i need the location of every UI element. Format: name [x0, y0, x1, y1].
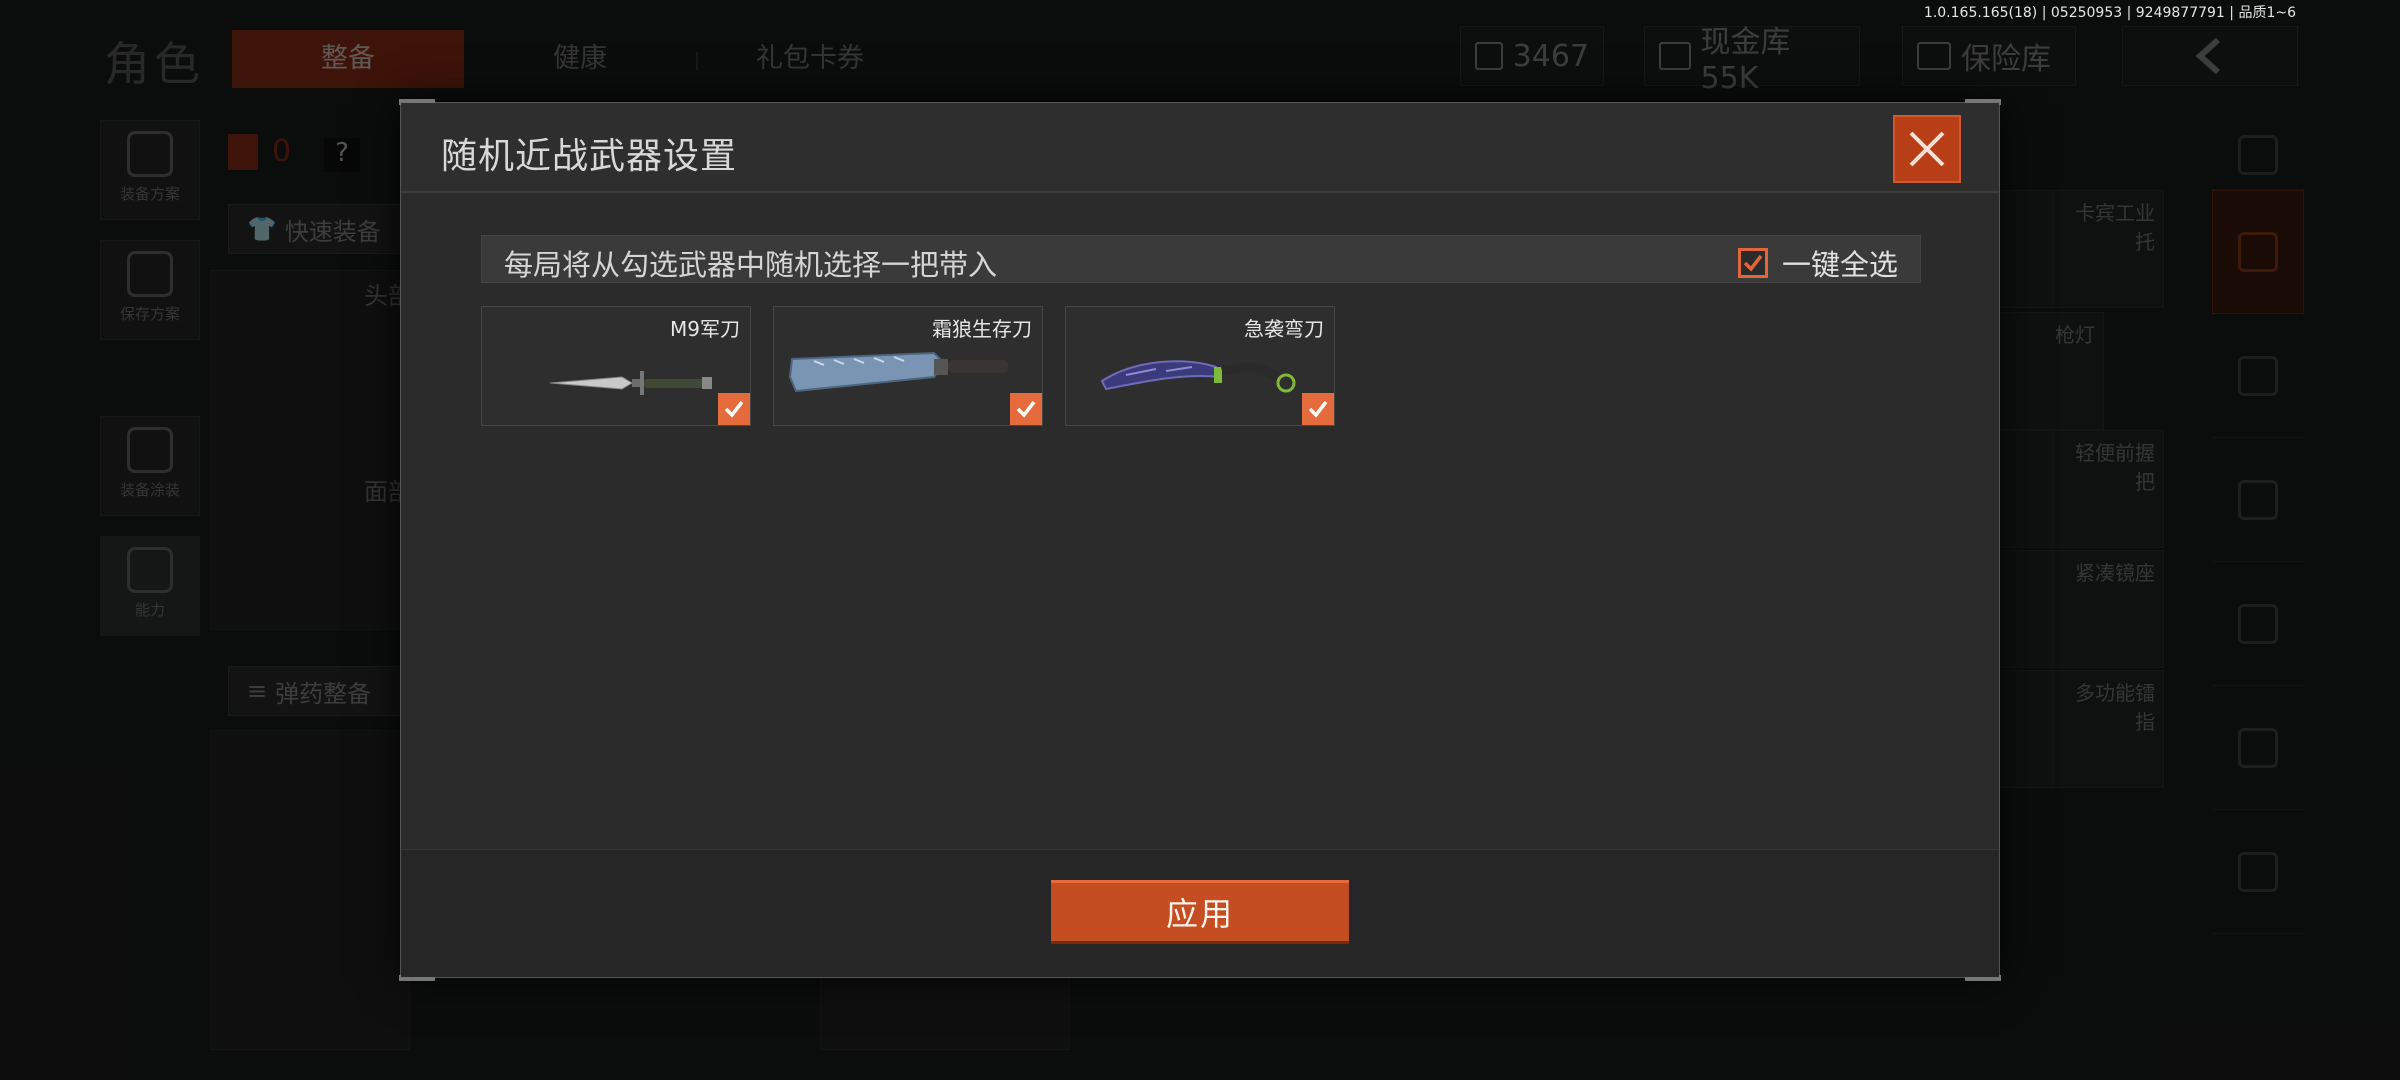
- select-all-label: 一键全选: [1781, 248, 1898, 282]
- weapon-checkbox[interactable]: [1302, 393, 1334, 425]
- check-icon: [1743, 254, 1763, 272]
- safe-vault-button[interactable]: 保险库: [1902, 26, 2076, 86]
- vest-icon: [127, 131, 173, 177]
- info-bar: 每局将从勾选武器中随机选择一把带入 一键全选: [481, 235, 1921, 283]
- currency-display: 3467: [1460, 26, 1604, 86]
- sidebar-item-abilities[interactable]: 能力: [100, 536, 200, 636]
- weapon-card-survival-knife[interactable]: 霜狼生存刀: [773, 306, 1043, 426]
- sidebar-item-skins[interactable]: 装备涂装: [100, 416, 200, 516]
- dialog-title: 随机近战武器设置: [441, 136, 738, 177]
- check-icon: [1016, 400, 1036, 418]
- info-text: 每局将从勾选武器中随机选择一把带入: [504, 248, 998, 282]
- part-slot[interactable]: 紧凑镜座: [2052, 550, 2164, 668]
- category-magazine-icon[interactable]: [2212, 562, 2304, 686]
- helmet-icon: [127, 427, 173, 473]
- quick-equip-label: 快速装备: [284, 217, 381, 246]
- apply-button[interactable]: 应用: [1051, 880, 1349, 944]
- checkbox-icon: [1659, 42, 1691, 70]
- part-slot[interactable]: 卡宾工业托: [2052, 190, 2164, 308]
- lightning-icon: [127, 547, 173, 593]
- check-icon: [1308, 400, 1328, 418]
- check-icon: [724, 400, 744, 418]
- tab-health[interactable]: 健康: [500, 30, 660, 88]
- help-button[interactable]: ?: [324, 138, 360, 172]
- currency-icon: [1475, 42, 1503, 70]
- ammo-icon: ≡: [247, 677, 268, 705]
- version-text: 1.0.165.165(18) | 05250953 | 9249877791 …: [1923, 5, 2296, 21]
- weapon-card-m9[interactable]: M9军刀: [481, 306, 751, 426]
- shirt-icon: 👕: [247, 215, 277, 243]
- currency-value: 3467: [1512, 38, 1589, 74]
- cash-vault-label: 现金库 55K: [1700, 24, 1791, 96]
- category-scope-icon[interactable]: [2212, 314, 2304, 438]
- back-button[interactable]: [2122, 26, 2298, 86]
- ammo-equip-button[interactable]: ≡ 弹药整备: [228, 666, 424, 716]
- safe-vault-label: 保险库: [1961, 42, 2051, 77]
- role-title: 角色: [104, 37, 204, 91]
- m9-bayonet-icon: [549, 371, 712, 395]
- part-slot[interactable]: 枪灯: [1994, 312, 2104, 430]
- category-stack-icon[interactable]: [2212, 190, 2304, 314]
- random-melee-dialog: 随机近战武器设置 每局将从勾选武器中随机选择一把带入 一键全选 M9军刀 霜狼生…: [399, 99, 2001, 981]
- close-icon: [1909, 131, 1945, 167]
- survival-knife-icon: [788, 351, 1008, 393]
- dialog-header: 随机近战武器设置: [401, 103, 1999, 193]
- weapon-checkbox[interactable]: [1010, 393, 1042, 425]
- weapon-checkbox[interactable]: [718, 393, 750, 425]
- gear-slots-panel: [210, 270, 410, 630]
- layers-icon[interactable]: [2212, 120, 2304, 190]
- armor-count: 0: [272, 134, 292, 169]
- sidebar-item-save-plan[interactable]: 保存方案: [100, 240, 200, 340]
- select-all-checkbox[interactable]: [1737, 248, 1768, 278]
- category-attachment-icon[interactable]: [2212, 810, 2304, 934]
- armor-icon: [228, 134, 258, 170]
- sidebar-item-loadout-plan[interactable]: 装备方案: [100, 120, 200, 220]
- quick-equip-button[interactable]: 👕 快速装备: [228, 204, 424, 254]
- tab-equip[interactable]: 整备: [232, 30, 464, 88]
- part-slot[interactable]: 轻便前握把: [2052, 430, 2164, 548]
- weapon-name: M9军刀: [670, 317, 740, 341]
- tab-divider: [696, 52, 698, 70]
- download-icon: [127, 251, 173, 297]
- cash-vault-button[interactable]: 现金库 55K: [1644, 25, 1860, 96]
- vault-icon: [1917, 42, 1951, 70]
- category-ammo-icon[interactable]: [2212, 686, 2304, 810]
- weapon-name: 急袭弯刀: [1244, 317, 1324, 341]
- category-sidebar: [2212, 120, 2304, 1040]
- weapon-card-karambit[interactable]: 急袭弯刀: [1065, 306, 1335, 426]
- ammo-equip-label: 弹药整备: [275, 679, 372, 708]
- ammo-panel: [210, 730, 410, 1050]
- tab-gift-coupons[interactable]: 礼包卡券: [730, 30, 890, 88]
- part-slot[interactable]: 多功能镭指: [2052, 670, 2164, 788]
- armor-status: 0 ?: [210, 120, 410, 200]
- close-button[interactable]: [1893, 115, 1961, 183]
- sidebar-item-label: 保存方案: [119, 305, 180, 323]
- sidebar-item-label: 能力: [134, 601, 165, 619]
- sidebar-item-label: 装备涂装: [119, 481, 180, 499]
- karambit-icon: [1100, 360, 1296, 393]
- back-arrow-icon: [2195, 37, 2220, 75]
- dialog-footer: 应用: [401, 849, 1999, 977]
- sidebar-item-label: 装备方案: [119, 185, 180, 203]
- select-all-toggle[interactable]: 一键全选: [1737, 242, 1898, 284]
- category-rifle-icon[interactable]: [2212, 438, 2304, 562]
